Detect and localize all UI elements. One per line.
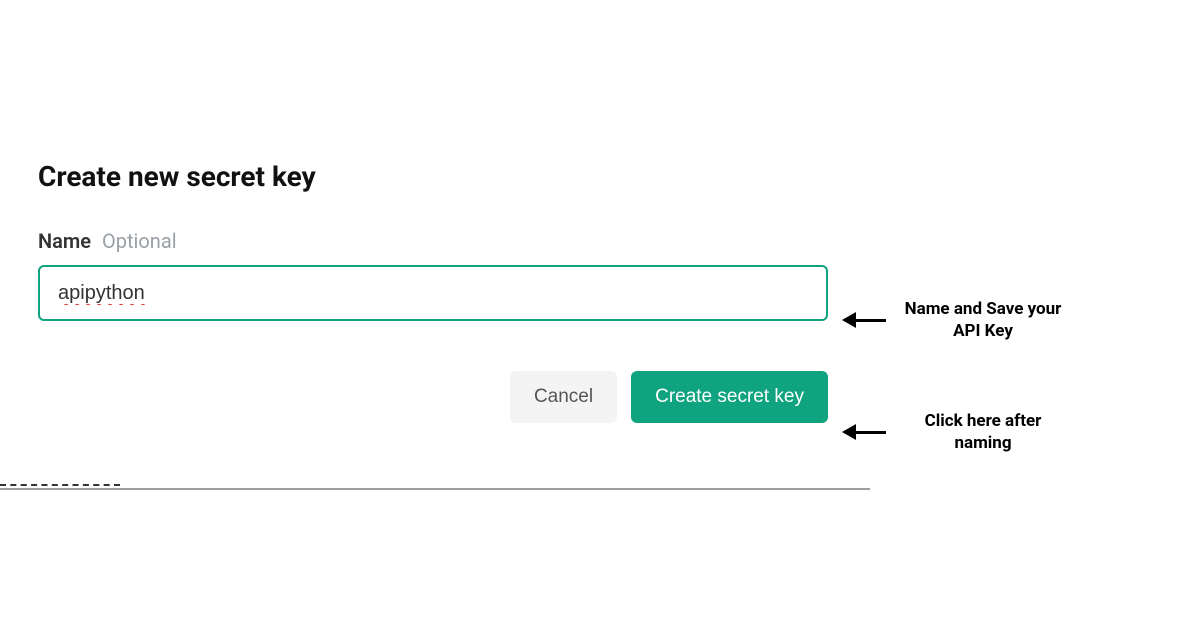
name-field-hint: Optional bbox=[102, 229, 177, 253]
annotation-input-text: Name and Save your API Key bbox=[898, 298, 1068, 342]
create-secret-key-button[interactable]: Create secret key bbox=[631, 371, 828, 423]
decorative-dotted-line bbox=[0, 484, 120, 486]
annotation-input: Name and Save your API Key bbox=[842, 298, 1068, 342]
name-field-label: Name bbox=[38, 229, 91, 253]
annotation-button: Click here after naming bbox=[842, 410, 1068, 454]
dialog-button-row: Cancel Create secret key bbox=[38, 371, 828, 423]
arrow-left-icon bbox=[842, 312, 886, 328]
secret-key-name-input[interactable] bbox=[38, 265, 828, 321]
dialog-title: Create new secret key bbox=[38, 160, 828, 193]
arrow-left-icon bbox=[842, 424, 886, 440]
cancel-button[interactable]: Cancel bbox=[510, 371, 617, 423]
annotation-button-text: Click here after naming bbox=[898, 410, 1068, 454]
create-secret-key-dialog: Create new secret key Name Optional Canc… bbox=[38, 160, 828, 423]
separator-line bbox=[0, 488, 870, 490]
name-field-label-row: Name Optional bbox=[38, 229, 828, 253]
